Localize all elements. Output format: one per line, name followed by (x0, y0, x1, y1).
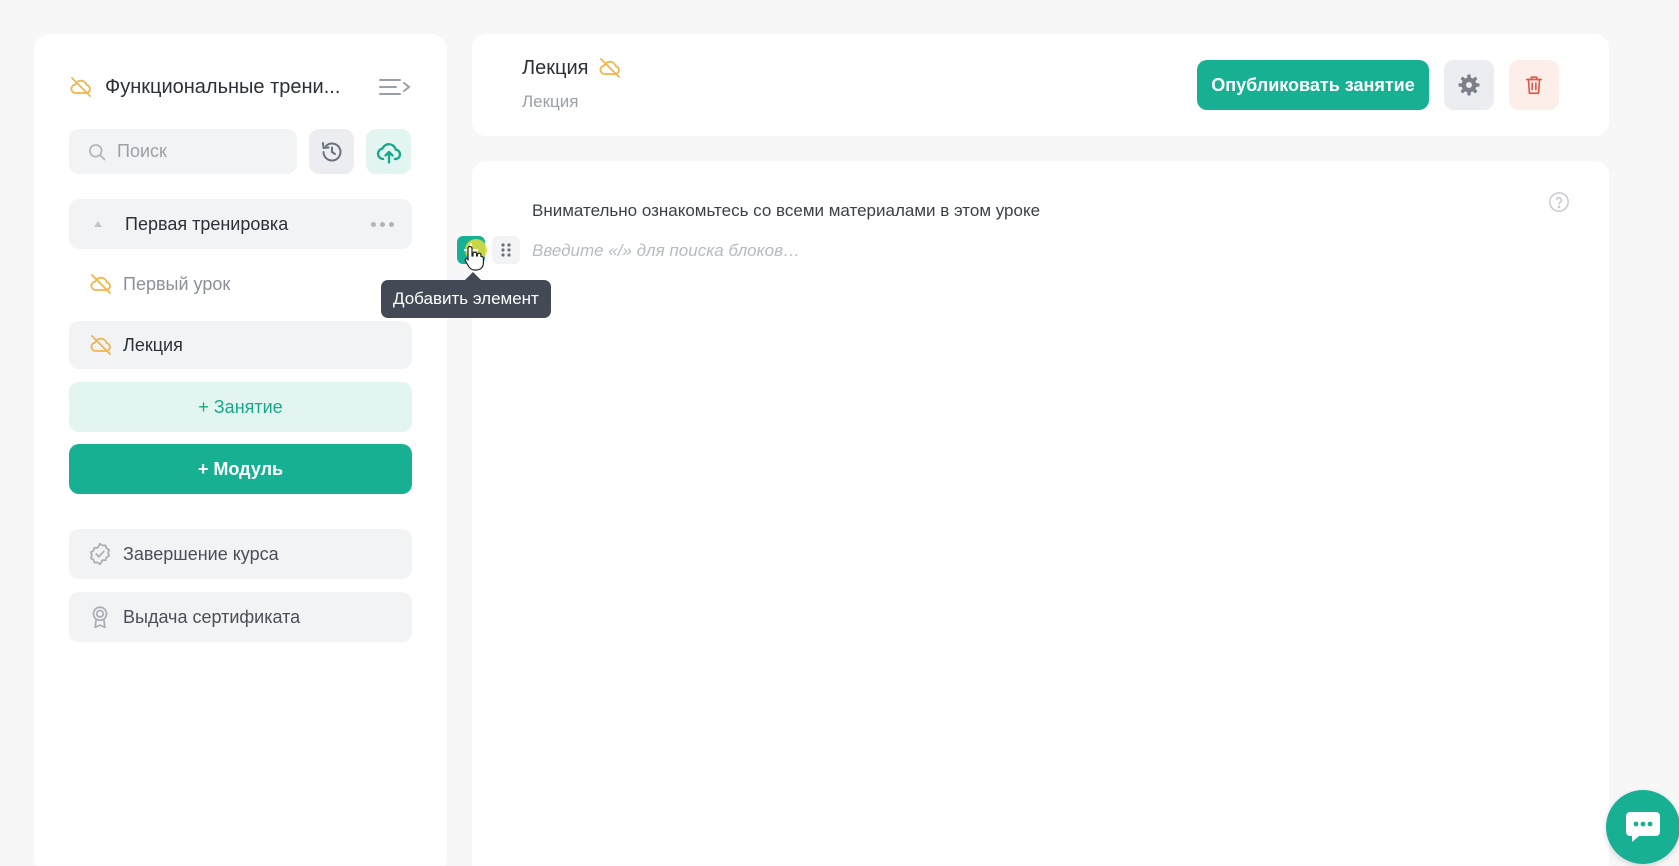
hand-cursor-icon (464, 245, 484, 271)
help-icon[interactable] (1548, 191, 1570, 213)
editor-placeholder[interactable]: Введите «/» для поиска блоков… (532, 241, 800, 261)
module-item[interactable]: Первая тренировка (69, 199, 412, 249)
lesson-label: Первый урок (123, 273, 231, 294)
lesson-label: Лекция (123, 334, 183, 355)
collapse-module-icon[interactable] (93, 220, 103, 228)
delete-button[interactable] (1509, 60, 1559, 110)
lesson-item[interactable]: Первый урок (69, 260, 412, 308)
certificate-label: Выдача сертификата (123, 606, 301, 627)
hidden-status-icon (70, 77, 91, 97)
more-options-icon[interactable] (371, 221, 394, 227)
search-input[interactable] (117, 141, 277, 162)
certificate-item[interactable]: Выдача сертификата (69, 592, 412, 642)
lesson-editor[interactable]: Внимательно ознакомьтесь со всеми матери… (472, 161, 1609, 866)
history-icon (321, 141, 341, 161)
search-icon (89, 143, 106, 160)
editor-text-block[interactable]: Внимательно ознакомьтесь со всеми матери… (532, 201, 1040, 221)
publish-button[interactable]: Опубликовать занятие (1197, 60, 1429, 110)
hidden-status-icon (599, 58, 621, 78)
lesson-header: Лекция Лекция Опубликовать занятие (472, 34, 1609, 136)
course-completion-label: Завершение курса (123, 543, 279, 564)
module-title: Первая тренировка (125, 213, 289, 234)
lesson-title: Лекция (522, 56, 622, 80)
search-row (69, 129, 412, 174)
course-completion-item[interactable]: Завершение курса (69, 529, 412, 579)
trash-icon (1525, 76, 1543, 95)
drag-handle-icon (501, 243, 511, 257)
lesson-item-active[interactable]: Лекция (69, 321, 412, 369)
badge-check-icon (90, 542, 110, 566)
add-module-button[interactable]: + Модуль (69, 444, 412, 494)
upload-button[interactable] (366, 129, 411, 174)
history-button[interactable] (309, 129, 354, 174)
course-sidebar: Функциональные трени... Поиск Первая тре… (34, 34, 447, 866)
search-box[interactable] (69, 129, 297, 174)
add-lesson-button[interactable]: + Занятие (69, 382, 412, 432)
add-element-tooltip: Добавить элемент (381, 272, 551, 318)
eye-off-cloud-icon (90, 335, 111, 355)
lesson-title-text: Лекция (522, 56, 589, 79)
gear-icon (1458, 74, 1480, 96)
collapse-sidebar-icon[interactable] (378, 75, 412, 99)
lesson-subtitle: Лекция (522, 92, 579, 111)
chat-widget-button[interactable] (1606, 790, 1679, 864)
award-icon (92, 606, 108, 629)
chat-icon (1626, 812, 1660, 842)
eye-off-cloud-icon (90, 274, 111, 294)
settings-button[interactable] (1444, 60, 1494, 110)
cloud-upload-icon (376, 142, 401, 164)
drag-handle[interactable] (492, 236, 520, 264)
course-title: Функциональные трени... (105, 75, 341, 98)
course-header: Функциональные трени... (69, 68, 412, 106)
